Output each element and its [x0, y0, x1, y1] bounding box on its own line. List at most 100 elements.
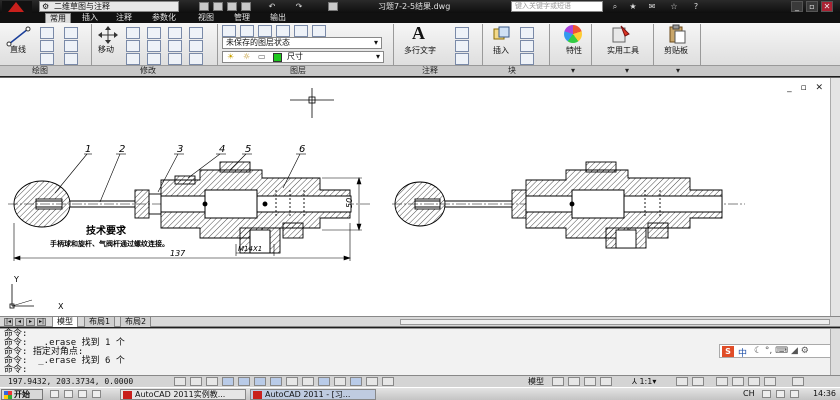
tab-annotate[interactable]: 注释 [116, 13, 132, 23]
minimize-button[interactable]: _ [791, 1, 803, 12]
tray-network-icon[interactable] [776, 390, 785, 398]
edit-attributes-icon[interactable] [520, 53, 534, 65]
first-layout-icon[interactable]: |◂ [4, 318, 13, 326]
panel-draw-title[interactable]: 绘图 [32, 66, 48, 76]
search-icon[interactable]: ⌕ [609, 1, 621, 12]
taskbar-clock[interactable]: 14:36 [813, 389, 836, 399]
polar-tracking-icon[interactable] [222, 377, 234, 386]
dynamic-input-icon[interactable] [302, 377, 314, 386]
help-icon[interactable]: ? [690, 1, 702, 12]
dimension-icon[interactable] [455, 27, 469, 39]
tray-volume-icon[interactable] [790, 390, 799, 398]
undo-icon[interactable]: ↶ [266, 1, 278, 12]
hardware-acceleration-icon[interactable] [748, 377, 760, 386]
tab-layout1[interactable]: 布局1 [84, 317, 116, 327]
transparency-icon[interactable] [334, 377, 346, 386]
annotation-visibility-icon[interactable] [676, 377, 688, 386]
panel-annotation-title[interactable]: 注释 [422, 66, 438, 76]
create-block-icon[interactable] [520, 27, 534, 39]
quicklaunch-media-icon[interactable] [92, 390, 101, 398]
polyline-icon[interactable] [40, 27, 54, 39]
save-icon[interactable] [227, 2, 237, 11]
quicklaunch-explorer-icon[interactable] [64, 390, 73, 398]
rectangle-icon[interactable] [64, 27, 78, 39]
panel-modify-title[interactable]: 修改 [140, 66, 156, 76]
tab-insert[interactable]: 插入 [82, 13, 98, 23]
auto-scale-icon[interactable] [692, 377, 704, 386]
grid-display-icon[interactable] [190, 377, 202, 386]
quicklaunch-ie-icon[interactable] [50, 390, 59, 398]
selection-cycling-icon[interactable] [366, 377, 378, 386]
tray-help-icon[interactable] [762, 390, 771, 398]
utilities-icon[interactable] [611, 24, 631, 44]
circle-icon[interactable] [40, 40, 54, 52]
layout-view-icon[interactable] [552, 377, 564, 386]
coordinate-readout[interactable]: 197.9432, 203.3734, 0.0000 [8, 377, 133, 387]
properties-icon[interactable] [564, 25, 582, 43]
layer-dropdown[interactable]: ☀ ☼ ▭ 尺寸 ▾ [222, 51, 384, 63]
move-icon[interactable] [96, 25, 120, 45]
properties-expand-icon[interactable]: ▾ [571, 66, 575, 76]
annotation-monitor-icon[interactable] [382, 377, 394, 386]
mtext-icon[interactable]: A [412, 23, 425, 44]
panel-block-title[interactable]: 块 [508, 66, 516, 76]
explode-icon[interactable] [189, 27, 203, 39]
annotation-scale[interactable]: ⅄ 1:1▾ [632, 377, 656, 387]
arc-icon[interactable] [40, 53, 54, 65]
close-button[interactable]: ✕ [821, 1, 833, 12]
rotate-icon[interactable] [126, 27, 140, 39]
layer-isolate-icon[interactable] [240, 25, 254, 37]
last-layout-icon[interactable]: ▸| [37, 318, 46, 326]
start-button[interactable]: 开始 [1, 389, 43, 400]
clipboard-icon[interactable] [667, 24, 687, 44]
layer-match-icon[interactable] [312, 25, 326, 37]
boundary-icon[interactable] [64, 53, 78, 65]
scale-icon[interactable] [147, 53, 161, 65]
clean-screen-icon[interactable] [792, 377, 804, 386]
favorites-icon[interactable]: ☆ [668, 1, 680, 12]
tab-home[interactable]: 常用 [45, 13, 71, 23]
tab-output[interactable]: 输出 [270, 13, 286, 23]
object-snap-icon[interactable] [238, 377, 250, 386]
tab-manage[interactable]: 管理 [234, 13, 250, 23]
workspace-switch-icon[interactable] [716, 377, 728, 386]
next-layout-icon[interactable]: ▸ [26, 318, 35, 326]
communication-icon[interactable]: ✉ [646, 1, 658, 12]
snap-mode-icon[interactable] [174, 377, 186, 386]
lineweight-icon[interactable] [318, 377, 330, 386]
layer-freeze-icon[interactable] [276, 25, 290, 37]
quick-view-icon[interactable] [568, 377, 580, 386]
layer-off-icon[interactable] [258, 25, 272, 37]
vertical-scrollbar[interactable] [830, 78, 840, 317]
mirror-icon[interactable] [147, 40, 161, 52]
drawing-area[interactable]: _ ▫ ✕ 1 2 3 4 5 6 137 50 M14X1 技术要求 手柄球和… [0, 77, 840, 317]
trim-icon[interactable] [147, 27, 161, 39]
clipboard-expand-icon[interactable]: ▾ [676, 66, 680, 76]
tab-model[interactable]: 模型 [52, 317, 78, 327]
tab-view[interactable]: 视图 [198, 13, 214, 23]
ime-mode-label[interactable]: 中 [738, 346, 747, 359]
ime-punct-icon[interactable]: ☾ °, ⌨ ◢ ⚙ [754, 346, 809, 356]
edit-block-icon[interactable] [520, 40, 534, 52]
horizontal-scrollbar[interactable] [400, 319, 830, 325]
command-window[interactable]: 命令: 命令: _.erase 找到 1 个 命令: 指定对角点: 命令: _.… [0, 328, 840, 376]
taskbar-item-tutorial[interactable]: AutoCAD 2011实例教... [120, 389, 246, 400]
model-space-label[interactable]: 模型 [528, 377, 544, 387]
insert-block-icon[interactable] [492, 25, 512, 43]
toolbar-lock-icon[interactable] [732, 377, 744, 386]
search-input[interactable]: 键入关键字或短语 [511, 1, 603, 12]
layer-state-dropdown[interactable]: 未保存的图层状态 ▾ [222, 37, 382, 49]
fillet-icon[interactable] [168, 40, 182, 52]
command-scrollbar[interactable] [830, 329, 840, 376]
copy-icon[interactable] [126, 40, 140, 52]
ime-toolbar[interactable]: S 中 ☾ °, ⌨ ◢ ⚙ [719, 344, 831, 359]
erase-icon[interactable] [168, 27, 182, 39]
isolate-objects-icon[interactable] [764, 377, 776, 386]
workspace-selector[interactable]: ⚙ 二维草图与注释 [39, 1, 179, 12]
layer-properties-icon[interactable] [222, 25, 236, 37]
pan-icon[interactable] [584, 377, 596, 386]
offset-icon[interactable] [189, 40, 203, 52]
layer-lock-icon[interactable] [294, 25, 308, 37]
object-snap-tracking-icon[interactable] [270, 377, 282, 386]
quicklaunch-desktop-icon[interactable] [78, 390, 87, 398]
